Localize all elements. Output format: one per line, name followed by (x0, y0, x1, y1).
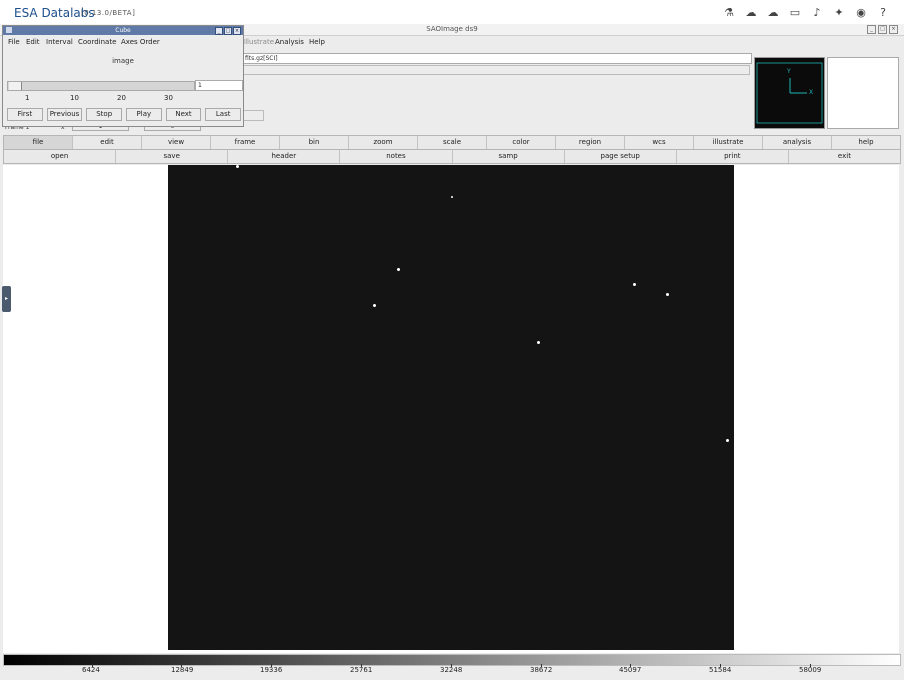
header-toolbar: ⚗ ☁ ☁ ▭ ♪ ✦ ◉ ? (720, 4, 892, 20)
panner-view[interactable]: Y X (754, 57, 825, 129)
star (726, 439, 729, 442)
next-button[interactable]: Next (165, 108, 202, 121)
star (373, 304, 376, 307)
star (397, 268, 400, 271)
slider-scale-label: 20 (117, 94, 126, 102)
colorbar-tick-label: 32248 (440, 666, 463, 674)
app-version: [0.13.0/BETA] (81, 9, 136, 17)
colorbar-tick-label: 38672 (530, 666, 553, 674)
slider-scale-label: 1 (25, 94, 30, 102)
cube-controls: First Previous Stop Play Next Last (7, 108, 242, 121)
close-icon[interactable]: × (233, 27, 241, 35)
colorbar-tick-label: 58009 (799, 666, 822, 674)
slider-scale-label: 30 (164, 94, 173, 102)
panner-y-label: Y (787, 68, 791, 75)
btn-save[interactable]: save (116, 150, 229, 163)
btn-bin[interactable]: bin (280, 136, 349, 149)
bell-icon[interactable]: ♪ (808, 4, 826, 20)
btn-exit[interactable]: exit (789, 150, 900, 163)
cube-axis-label: image (112, 57, 134, 65)
cube-menu-interval[interactable]: Interval (46, 38, 73, 46)
close-icon[interactable]: × (889, 25, 898, 34)
colorbar-tick-label: 45097 (619, 666, 642, 674)
side-panel-toggle[interactable]: ▸ (2, 286, 11, 312)
colorbar-tick-label: 6424 (82, 666, 100, 674)
btn-view[interactable]: view (142, 136, 211, 149)
btn-region[interactable]: region (556, 136, 625, 149)
btn-file[interactable]: file (4, 136, 73, 149)
cube-title: Cube (115, 27, 131, 34)
colorbar-tick-label: 19336 (260, 666, 283, 674)
stop-button[interactable]: Stop (86, 108, 123, 121)
help-icon[interactable]: ? (874, 4, 892, 20)
colorbar-tick-label: 12849 (171, 666, 194, 674)
btn-open[interactable]: open (4, 150, 117, 163)
slider-scale-label: 10 (70, 94, 79, 102)
btn-analysis[interactable]: analysis (763, 136, 832, 149)
button-bar-sub: open save header notes samp page setup p… (3, 149, 901, 164)
btn-help[interactable]: help (832, 136, 900, 149)
star (666, 293, 669, 296)
star (236, 165, 239, 168)
star (537, 341, 540, 344)
menu-analysis[interactable]: Analysis (275, 38, 304, 46)
star (633, 283, 636, 286)
magnifier-view (827, 57, 899, 129)
menu-illustrate[interactable]: Illustrate (243, 38, 274, 46)
cube-slice-input[interactable]: 1 (195, 80, 243, 91)
minimize-icon[interactable]: _ (867, 25, 876, 34)
cube-dialog: Cube _ □ × File Edit Interval Coordinate… (2, 25, 244, 127)
button-bar-main: file edit view frame bin zoom scale colo… (3, 135, 901, 150)
filename-field[interactable]: fits.gz[SCI] (242, 53, 752, 64)
btn-notes[interactable]: notes (340, 150, 453, 163)
btn-wcs[interactable]: wcs (625, 136, 694, 149)
star (451, 196, 453, 198)
last-button[interactable]: Last (205, 108, 242, 121)
btn-frame[interactable]: frame (211, 136, 280, 149)
cube-titlebar[interactable]: Cube _ □ × (3, 26, 243, 35)
first-button[interactable]: First (7, 108, 43, 121)
folder-icon[interactable]: ▭ (786, 4, 804, 20)
satellite-icon[interactable]: ✦ (830, 4, 848, 20)
btn-print[interactable]: print (677, 150, 789, 163)
value-field[interactable] (242, 110, 264, 121)
btn-color[interactable]: color (487, 136, 556, 149)
maximize-icon[interactable]: □ (878, 25, 887, 34)
fits-image[interactable] (168, 165, 734, 650)
play-button[interactable]: Play (126, 108, 162, 121)
btn-page-setup[interactable]: page setup (565, 150, 677, 163)
cloud-icon[interactable]: ☁ (764, 4, 782, 20)
cube-menu-file[interactable]: File (8, 38, 20, 46)
btn-edit[interactable]: edit (73, 136, 142, 149)
btn-scale[interactable]: scale (418, 136, 487, 149)
cube-menubar: File Edit Interval Coordinate Axes Order (3, 35, 243, 47)
maximize-icon[interactable]: □ (224, 27, 232, 35)
cube-slice-slider[interactable] (7, 81, 195, 91)
panner-x-label: X (809, 89, 814, 96)
btn-illustrate[interactable]: illustrate (694, 136, 763, 149)
app-header: ESA Datalabs [0.13.0/BETA] ⚗ ☁ ☁ ▭ ♪ ✦ ◉… (0, 0, 904, 25)
menu-help[interactable]: Help (309, 38, 325, 46)
cube-menu-coordinate[interactable]: Coordinate (78, 38, 116, 46)
btn-zoom[interactable]: zoom (349, 136, 418, 149)
btn-header[interactable]: header (228, 150, 341, 163)
minimize-icon[interactable]: _ (215, 27, 223, 35)
cube-menu-axes-order[interactable]: Axes Order (121, 38, 160, 46)
colorbar-tick-label: 25761 (350, 666, 373, 674)
previous-button[interactable]: Previous (46, 108, 83, 121)
colorbar[interactable] (3, 654, 901, 666)
btn-samp[interactable]: samp (453, 150, 565, 163)
object-field[interactable] (242, 65, 750, 75)
cube-menu-edit[interactable]: Edit (26, 38, 40, 46)
colorbar-tick-label: 51584 (709, 666, 732, 674)
flask-icon[interactable]: ⚗ (720, 4, 738, 20)
cloud-stack-icon[interactable]: ☁ (742, 4, 760, 20)
slider-handle[interactable] (9, 82, 22, 90)
user-icon[interactable]: ◉ (852, 4, 870, 20)
